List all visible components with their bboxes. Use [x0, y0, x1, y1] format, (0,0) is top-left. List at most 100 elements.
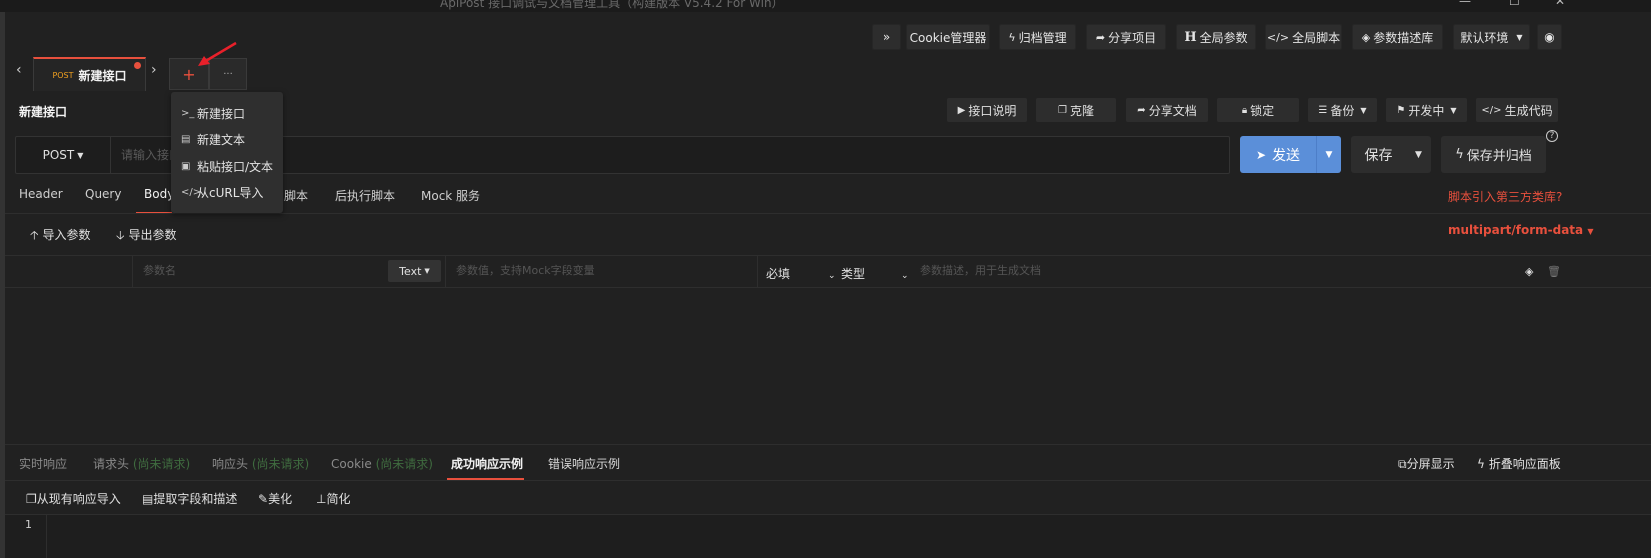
param-type-select[interactable]: Text ▼: [388, 260, 441, 282]
extract-fields-label: 提取字段和描述: [153, 492, 238, 506]
tab-success-example[interactable]: 成功响应示例: [451, 455, 523, 472]
not-requested-hint: (尚未请求): [375, 457, 433, 471]
simplify-button[interactable]: ⊥简化: [316, 490, 350, 507]
tab-realtime-response[interactable]: 实时响应: [19, 455, 67, 472]
menu-item-label: 从cURL导入: [197, 185, 264, 200]
status-select[interactable]: ⚑ 开发中 ▼: [1386, 98, 1467, 122]
tab-query[interactable]: Query: [85, 187, 121, 201]
global-params-label: 全局参数: [1199, 30, 1248, 45]
content-type-label: multipart/form-data: [1448, 223, 1584, 237]
content-type-select[interactable]: multipart/form-data ▼: [1448, 223, 1593, 237]
caret-down-icon: ▼: [77, 150, 84, 160]
param-desc-input[interactable]: [920, 264, 1480, 277]
collapse-panel-button[interactable]: ϟ 折叠响应面板: [1477, 455, 1561, 472]
trash-icon[interactable]: 🗑︎: [1547, 265, 1561, 278]
tab-request-headers[interactable]: 请求头 (尚未请求): [93, 455, 190, 472]
response-editor[interactable]: 1: [5, 514, 1651, 558]
not-requested-hint: (尚未请求): [251, 457, 310, 471]
split-label: 分屏显示: [1406, 457, 1455, 471]
tab-name: 新建接口: [78, 68, 127, 83]
send-button[interactable]: ➤ 发送 ▼: [1240, 136, 1341, 173]
param-desc-lib-label: 参数描述库: [1373, 30, 1434, 45]
import-existing-response-button[interactable]: ❐从现有响应导入: [26, 490, 121, 507]
tab-scroll-right-icon[interactable]: ›: [151, 62, 157, 78]
send-label-wrap[interactable]: ➤ 发送: [1240, 136, 1316, 173]
editor-gutter: 1: [5, 515, 47, 558]
export-params-button[interactable]: 🡣 导出参数: [116, 226, 176, 247]
line-number: 1: [25, 518, 32, 531]
param-desc-lib-button[interactable]: ◈ 参数描述库: [1352, 24, 1443, 50]
share-icon: ➦: [1095, 30, 1106, 44]
field-type-label: 类型: [841, 267, 866, 281]
third-party-library-link[interactable]: 脚本引入第三方类库?: [1448, 188, 1562, 205]
param-row: Text▼ 必填 ⌄ 类型 ⌄ ◈ 🗑︎: [5, 255, 1651, 288]
backup-button[interactable]: ☰ 备份 ▼: [1308, 98, 1377, 122]
import-params-button[interactable]: 🡡 导入参数: [30, 226, 90, 247]
menu-item-new-text[interactable]: ▤ 新建文本: [181, 129, 245, 149]
param-value-input[interactable]: [456, 264, 746, 277]
menu-item-label: 粘贴接口/文本: [197, 159, 274, 174]
cookie-manager-button[interactable]: Cookie管理器: [906, 24, 990, 50]
tab-header[interactable]: Header: [19, 187, 63, 201]
cube-icon[interactable]: ◈: [1525, 265, 1533, 278]
api-doc-label: 接口说明: [968, 103, 1017, 118]
close-button[interactable]: ✕: [1555, 0, 1565, 8]
generate-code-button[interactable]: </> 生成代码: [1476, 98, 1558, 122]
archive-manager-button[interactable]: ϟ 归档管理: [999, 24, 1076, 50]
share-doc-button[interactable]: ➦ 分享文档: [1126, 98, 1208, 122]
bolt-icon: ϟ: [1008, 30, 1016, 44]
menu-item-new-api[interactable]: >_ 新建接口: [181, 103, 245, 123]
export-params-label: 导出参数: [128, 228, 177, 242]
save-and-archive-button[interactable]: ϟ 保存并归档: [1441, 136, 1546, 173]
tab-pre-script[interactable]: 脚本: [284, 187, 308, 204]
field-type-select[interactable]: 类型 ⌄: [841, 265, 909, 282]
code-icon: </>: [1266, 30, 1290, 44]
maximize-button[interactable]: ☐: [1509, 0, 1520, 8]
save-options-dropdown[interactable]: ▼: [1406, 136, 1431, 173]
tab-mock[interactable]: Mock 服务: [421, 187, 480, 204]
tab-response-headers[interactable]: 响应头 (尚未请求): [212, 455, 309, 472]
arrow-up-icon: 🡡: [30, 228, 39, 242]
flag-icon: ⚑: [1396, 104, 1406, 116]
response-panel: 实时响应 请求头 (尚未请求) 响应头 (尚未请求) Cookie (尚未请求)…: [5, 444, 1651, 558]
required-select[interactable]: 必填 ⌄: [766, 265, 836, 282]
tab-body[interactable]: Body: [144, 187, 174, 201]
share-project-label: 分享项目: [1108, 30, 1157, 45]
menu-item-curl-import[interactable]: </> 从cURL导入: [181, 182, 263, 202]
expand-toolbar-button[interactable]: »: [872, 24, 901, 50]
share-project-button[interactable]: ➦ 分享项目: [1086, 24, 1166, 50]
archive-manager-label: 归档管理: [1018, 30, 1067, 45]
environment-select[interactable]: 默认环境 ▼: [1453, 24, 1530, 50]
tab-error-example[interactable]: 错误响应示例: [548, 455, 620, 472]
save-button[interactable]: 保存 ▼: [1351, 136, 1431, 173]
magic-wand-icon: ✎: [258, 492, 269, 506]
tab-new-api[interactable]: POST 新建接口: [33, 57, 146, 91]
help-icon[interactable]: ?: [1546, 130, 1558, 142]
chevron-down-icon: ⌄: [901, 271, 909, 281]
tab-post-script[interactable]: 后执行脚本: [335, 187, 395, 204]
param-type-label: Text: [399, 264, 422, 278]
minimize-button[interactable]: —: [1459, 0, 1471, 8]
menu-item-paste[interactable]: ▣ 粘贴接口/文本: [181, 156, 273, 176]
clone-button[interactable]: ❐ 克隆: [1036, 98, 1116, 122]
lock-icon: 🔒︎: [1241, 104, 1248, 116]
param-name-input[interactable]: [143, 264, 373, 277]
send-options-dropdown[interactable]: ▼: [1316, 136, 1341, 173]
divider: [5, 480, 1651, 481]
unsaved-dot-icon: [134, 62, 141, 69]
tab-cookie[interactable]: Cookie (尚未请求): [331, 455, 433, 472]
eye-toggle-button[interactable]: ◉: [1537, 24, 1562, 50]
global-script-button[interactable]: </> 全局脚本: [1265, 24, 1342, 50]
extract-fields-button[interactable]: ▤提取字段和描述: [142, 490, 237, 507]
lock-button[interactable]: 🔒︎ 锁定: [1217, 98, 1299, 122]
method-select[interactable]: POST ▼: [16, 137, 111, 173]
database-icon: ☰: [1318, 104, 1328, 116]
split-screen-button[interactable]: ⧉分屏显示: [1398, 455, 1455, 472]
global-params-button[interactable]: H 全局参数: [1176, 24, 1256, 50]
save-label-wrap[interactable]: 保存: [1351, 136, 1406, 173]
url-input[interactable]: [121, 146, 1211, 164]
tab-scroll-left-icon[interactable]: ‹: [16, 62, 22, 78]
caret-down-icon: ▼: [1450, 105, 1457, 115]
api-doc-button[interactable]: ▶ 接口说明: [947, 98, 1027, 122]
beautify-button[interactable]: ✎美化: [258, 490, 292, 507]
